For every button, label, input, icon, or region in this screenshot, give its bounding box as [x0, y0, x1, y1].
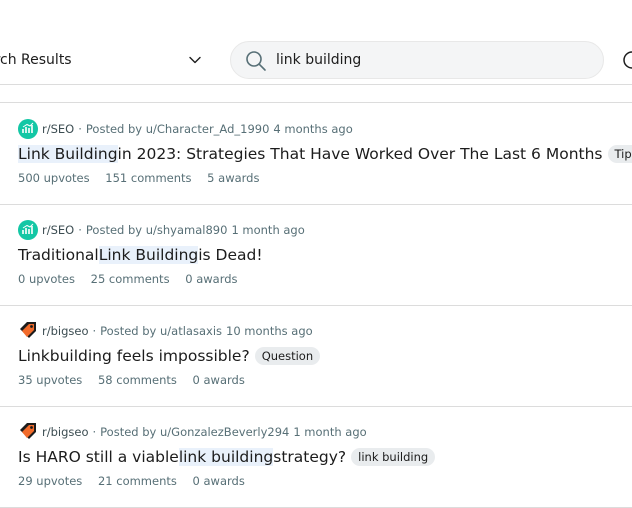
post-title[interactable]: Traditional Link Building is Dead!: [18, 244, 263, 266]
post-stats: 0 upvotes 25 comments 0 awards: [18, 272, 238, 286]
subreddit-link[interactable]: r/SEO: [42, 122, 74, 136]
post-meta: r/SEO · Posted by u/Character_Ad_1990 4 …: [18, 119, 353, 139]
comment-count: 25 comments: [90, 272, 170, 286]
search-input[interactable]: link building: [276, 52, 361, 68]
search-header: arch Results link building: [0, 36, 632, 85]
search-bar[interactable]: link building: [230, 41, 604, 79]
posted-by[interactable]: Posted by u/shyamal890: [86, 223, 228, 237]
award-count: 0 awards: [192, 373, 245, 387]
posted-by[interactable]: Posted by u/atlasaxis: [100, 324, 222, 338]
title-text-pre: Is HARO still a viable: [18, 448, 179, 466]
subreddit-link[interactable]: r/bigseo: [42, 324, 89, 338]
separator: ·: [78, 122, 82, 136]
title-text-pre: Traditional: [18, 246, 99, 264]
post-stats: 500 upvotes 151 comments 5 awards: [18, 171, 259, 185]
title-text-post: strategy?: [273, 448, 347, 466]
upvote-count: 0 upvotes: [18, 272, 75, 286]
post-time: 1 month ago: [293, 425, 367, 439]
title-highlight: link building: [178, 448, 274, 466]
comment-count: 58 comments: [97, 373, 177, 387]
tag-icon: [18, 321, 38, 341]
upvote-count: 500 upvotes: [18, 171, 90, 185]
subreddit-link[interactable]: r/bigseo: [42, 425, 89, 439]
title-highlight: Link Building: [98, 246, 199, 264]
separator: ·: [92, 425, 97, 439]
tag-icon: [18, 422, 38, 442]
title-text-pre: Linkbuilding feels impossible?: [18, 347, 250, 365]
post-time: 10 months ago: [226, 324, 313, 338]
award-count: 5 awards: [207, 171, 260, 185]
search-result-post[interactable]: r/SEO · Posted by u/Character_Ad_1990 4 …: [0, 103, 632, 205]
search-result-post[interactable]: r/bigseo · Posted by u/GonzalezBeverly29…: [0, 406, 632, 508]
post-meta: r/bigseo · Posted by u/atlasaxis 10 mont…: [18, 321, 313, 341]
upvote-count: 35 upvotes: [18, 373, 83, 387]
comment-count: 151 comments: [105, 171, 192, 185]
post-time: 4 months ago: [273, 122, 353, 136]
comment-count: 21 comments: [97, 474, 177, 488]
top-bar: [0, 0, 632, 37]
flair-badge: Tips: [607, 145, 632, 163]
flair-badge: link building: [351, 448, 436, 466]
award-count: 0 awards: [185, 272, 238, 286]
chevron-down-icon: [189, 56, 201, 64]
post-meta: r/SEO · Posted by u/shyamal890 1 month a…: [18, 220, 305, 240]
post-stats: 29 upvotes 21 comments 0 awards: [18, 474, 245, 488]
post-title[interactable]: Link Building in 2023: Strategies That H…: [18, 143, 632, 165]
title-text-post: in 2023: Strategies That Have Worked Ove…: [117, 145, 603, 163]
seo-icon: [18, 119, 38, 139]
results-type-label: arch Results: [0, 52, 72, 68]
title-text-post: is Dead!: [198, 246, 263, 264]
post-meta: r/bigseo · Posted by u/GonzalezBeverly29…: [18, 422, 367, 442]
post-stats: 35 upvotes 58 comments 0 awards: [18, 373, 245, 387]
posted-by[interactable]: Posted by u/Character_Ad_1990: [86, 122, 270, 136]
posted-by[interactable]: Posted by u/GonzalezBeverly294: [100, 425, 289, 439]
subreddit-link[interactable]: r/SEO: [42, 223, 74, 237]
seo-icon: [18, 220, 38, 240]
flair-badge: Question: [254, 347, 321, 365]
post-time: 1 month ago: [231, 223, 305, 237]
search-icon: [246, 51, 266, 71]
post-title[interactable]: Linkbuilding feels impossible? Question: [18, 345, 321, 367]
search-result-post[interactable]: r/SEO · Posted by u/shyamal890 1 month a…: [0, 204, 632, 306]
search-result-post[interactable]: r/bigseo · Posted by u/atlasaxis 10 mont…: [0, 305, 632, 407]
post-title[interactable]: Is HARO still a viable link building str…: [18, 446, 436, 468]
title-highlight: Link Building: [18, 145, 118, 163]
upvote-count: 29 upvotes: [18, 474, 83, 488]
circle-icon[interactable]: [622, 50, 632, 70]
separator: ·: [92, 324, 97, 338]
award-count: 0 awards: [192, 474, 245, 488]
separator: ·: [78, 223, 82, 237]
results-type-dropdown[interactable]: arch Results: [0, 36, 206, 84]
